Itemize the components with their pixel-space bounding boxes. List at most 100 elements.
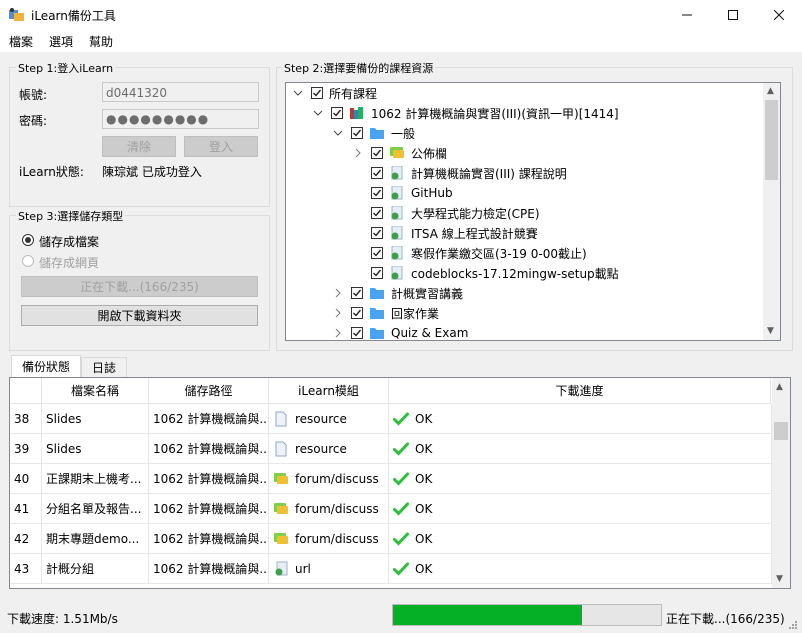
clear-button[interactable]: 清除	[102, 136, 176, 157]
close-button[interactable]	[756, 0, 802, 30]
password-field[interactable]: ●●●●●●●●●	[102, 109, 259, 129]
forum-icon	[273, 471, 289, 487]
grid-cell-progress[interactable]: OK	[389, 524, 772, 554]
chevron-right-icon[interactable]	[351, 146, 365, 160]
menu-help[interactable]: 幫助	[89, 33, 113, 50]
grid-header-progress[interactable]: 下載進度	[389, 378, 771, 404]
chevron-down-icon[interactable]	[291, 86, 305, 100]
grid-cell-path[interactable]: 1062 計算機概論與...	[149, 524, 269, 554]
grid-cell-progress[interactable]: OK	[389, 404, 772, 434]
tree-checkbox[interactable]	[331, 107, 343, 119]
tree-node[interactable]: 計概實習講義	[331, 283, 463, 303]
grid-cell-module[interactable]: resource	[269, 434, 389, 464]
tree-scroll-thumb[interactable]	[765, 100, 778, 180]
tree-node[interactable]: 所有課程	[291, 83, 377, 103]
tree-checkbox[interactable]	[351, 127, 363, 139]
grid-header-module[interactable]: iLearn模組	[269, 378, 389, 404]
tree-scroll-down-icon: ▼	[767, 326, 774, 336]
grid-cell-index[interactable]: 38	[10, 404, 42, 434]
tree-checkbox[interactable]	[351, 287, 363, 299]
tree-scrollbar[interactable]: ▲ ▼	[763, 83, 780, 340]
tree-checkbox[interactable]	[371, 227, 383, 239]
tree-node[interactable]: 一般	[331, 123, 415, 143]
grid-cell-progress[interactable]: OK	[389, 434, 772, 464]
grid-cell-index[interactable]: 39	[10, 434, 42, 464]
tree-checkbox[interactable]	[371, 187, 383, 199]
course-tree[interactable]: 所有課程 1062 計算機概論與實習(III)(資訊一甲)[1414] 一般 公佈欄計…	[285, 82, 781, 341]
tree-checkbox[interactable]	[371, 247, 383, 259]
resize-grip-icon[interactable]	[786, 618, 798, 630]
grid-cell-name[interactable]: 分組名單及報告...	[42, 494, 149, 524]
grid-cell-name[interactable]: 期末專題demo...	[42, 524, 149, 554]
books-icon	[349, 106, 365, 120]
tab-log[interactable]: 日誌	[81, 357, 127, 377]
tree-node[interactable]: ITSA 線上程式設計競賽	[351, 223, 538, 243]
grid-cell-index[interactable]: 42	[10, 524, 42, 554]
grid-cell-name[interactable]: Slides	[42, 434, 149, 464]
grid-scroll-thumb[interactable]	[774, 422, 788, 440]
grid-cell-progress[interactable]: OK	[389, 464, 772, 494]
tree-node[interactable]: Quiz & Exam	[331, 323, 469, 340]
tree-node[interactable]: GitHub	[351, 183, 453, 203]
grid-header-path[interactable]: 儲存路徑	[149, 378, 269, 404]
menu-file[interactable]: 檔案	[9, 33, 33, 50]
grid-cell-index[interactable]: 43	[10, 554, 42, 584]
tree-node-label: 一般	[391, 126, 416, 141]
backup-grid[interactable]: 檔案名稱 儲存路徑 iLearn模組 下載進度 ▲ ▼ 38 Slides 1062…	[9, 377, 791, 589]
grid-cell-name[interactable]: Slides	[42, 404, 149, 434]
grid-cell-module[interactable]: url	[269, 554, 389, 584]
grid-cell-path[interactable]: 1062 計算機概論與...	[149, 554, 269, 584]
tree-node[interactable]: 寒假作業繳交區(3-19 0-00截止)	[351, 243, 587, 263]
grid-cell-module[interactable]: forum/discuss	[269, 524, 389, 554]
tree-scroll-up-icon: ▲	[767, 86, 774, 96]
grid-cell-path[interactable]: 1062 計算機概論與...	[149, 464, 269, 494]
grid-scrollbar[interactable]: ▲ ▼	[772, 378, 790, 588]
tree-checkbox[interactable]	[371, 267, 383, 279]
maximize-button[interactable]	[710, 0, 756, 30]
grid-cell-index[interactable]: 40	[10, 464, 42, 494]
tree-node[interactable]: codeblocks-17.12mingw-setup載點	[351, 263, 619, 283]
downloading-button[interactable]: 正在下載...(166/235)	[21, 276, 258, 297]
radio-save-file[interactable]	[22, 234, 34, 246]
grid-cell-index[interactable]: 41	[10, 494, 42, 524]
chevron-right-icon[interactable]	[331, 306, 345, 320]
grid-cell-index-text: 41	[14, 501, 30, 516]
radio-save-web[interactable]	[22, 255, 34, 267]
tree-checkbox[interactable]	[371, 167, 383, 179]
tree-node-label: Quiz & Exam	[391, 326, 469, 340]
account-field[interactable]: d0441320	[102, 82, 259, 102]
tree-checkbox[interactable]	[351, 327, 363, 339]
tab-backup-status[interactable]: 備份狀態	[11, 355, 81, 377]
clear-button-label: 清除	[126, 140, 151, 154]
chevron-right-icon[interactable]	[331, 326, 345, 340]
grid-cell-progress[interactable]: OK	[389, 554, 772, 584]
grid-cell-progress[interactable]: OK	[389, 494, 772, 524]
grid-header-name[interactable]: 檔案名稱	[42, 378, 149, 404]
tree-node[interactable]: 大學程式能力檢定(CPE)	[351, 203, 540, 223]
chevron-down-icon[interactable]	[311, 106, 325, 120]
grid-cell-name[interactable]: 正課期末上機考...	[42, 464, 149, 494]
chevron-down-icon[interactable]	[331, 126, 345, 140]
tree-checkbox[interactable]	[351, 307, 363, 319]
tree-node[interactable]: 公佈欄	[351, 143, 447, 163]
tree-checkbox[interactable]	[371, 147, 383, 159]
minimize-button[interactable]	[664, 0, 710, 30]
tree-checkbox[interactable]	[311, 87, 323, 99]
menu-options[interactable]: 選項	[49, 33, 73, 50]
tree-node[interactable]: 計算機概論實習(III) 課程說明	[351, 163, 567, 183]
open-folder-button[interactable]: 開啟下載資料夾	[21, 305, 258, 326]
tree-node[interactable]: 1062 計算機概論與實習(III)(資訊一甲)[1414]	[311, 103, 619, 123]
chevron-right-icon[interactable]	[331, 286, 345, 300]
grid-cell-path[interactable]: 1062 計算機概論與...	[149, 434, 269, 464]
tree-node-label: 回家作業	[391, 306, 440, 321]
grid-cell-module[interactable]: forum/discuss	[269, 464, 389, 494]
tree-node[interactable]: 回家作業	[331, 303, 439, 323]
grid-cell-path[interactable]: 1062 計算機概論與...	[149, 494, 269, 524]
grid-cell-name[interactable]: 計概分組	[42, 554, 149, 584]
tree-checkbox[interactable]	[371, 207, 383, 219]
login-button[interactable]: 登入	[184, 136, 258, 157]
grid-cell-path[interactable]: 1062 計算機概論與...	[149, 404, 269, 434]
grid-cell-module[interactable]: forum/discuss	[269, 494, 389, 524]
grid-cell-module[interactable]: resource	[269, 404, 389, 434]
